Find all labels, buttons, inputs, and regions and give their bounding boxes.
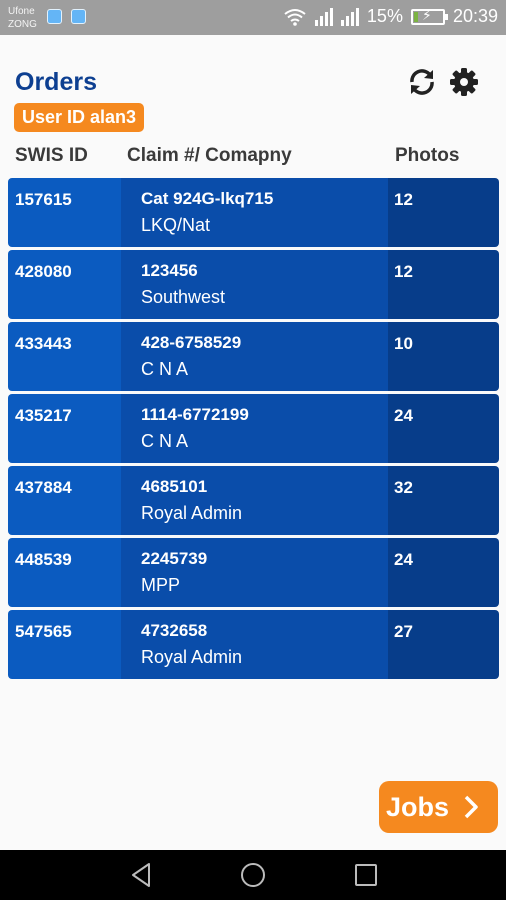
recents-icon[interactable] xyxy=(351,860,381,890)
notification-app-icon xyxy=(71,9,86,24)
claim-number: 4732658 xyxy=(141,621,208,640)
carrier-info: Ufone ZONG xyxy=(8,5,37,31)
company-name: Southwest xyxy=(141,287,226,307)
photo-count: 27 xyxy=(388,610,499,679)
claim-cell: 123456 Southwest xyxy=(121,250,388,319)
photo-count: 24 xyxy=(388,538,499,607)
column-header-swis-id: SWIS ID xyxy=(15,145,88,166)
jobs-button[interactable]: Jobs xyxy=(379,781,498,833)
claim-cell: Cat 924G-lkq715 LKQ/Nat xyxy=(121,178,388,247)
photo-count: 24 xyxy=(388,394,499,463)
claim-number: 1114-6772199 xyxy=(141,405,249,424)
user-id-badge: User ID alan3 xyxy=(14,103,145,132)
column-header-claim: Claim #/ Comapny xyxy=(127,145,292,166)
claim-number: 123456 xyxy=(141,261,198,280)
wifi-icon xyxy=(284,8,306,26)
company-name: MPP xyxy=(141,575,181,595)
swis-id: 547565 xyxy=(8,610,121,679)
claim-cell: 1114-6772199 C N A xyxy=(121,394,388,463)
claim-number: 428-6758529 xyxy=(141,333,242,352)
settings-icon xyxy=(450,68,478,96)
settings-button[interactable] xyxy=(446,64,482,100)
claim-number: 4685101 xyxy=(141,477,208,496)
swis-id: 157615 xyxy=(8,178,121,247)
photo-count: 12 xyxy=(388,250,499,319)
carrier-1: Ufone xyxy=(8,6,35,17)
company-name: Royal Admin xyxy=(141,647,243,667)
swis-id: 448539 xyxy=(8,538,121,607)
home-icon[interactable] xyxy=(238,860,268,890)
claim-cell: 4685101 Royal Admin xyxy=(121,466,388,535)
order-row[interactable]: 448539 2245739 MPP 24 xyxy=(8,538,499,607)
order-row[interactable]: 157615 Cat 924G-lkq715 LKQ/Nat 12 xyxy=(8,178,499,247)
claim-cell: 4732658 Royal Admin xyxy=(121,610,388,679)
refresh-button[interactable] xyxy=(404,64,440,100)
orders-list: 157615 Cat 924G-lkq715 LKQ/Nat 12 428080… xyxy=(8,178,499,682)
status-time: 20:39 xyxy=(452,6,498,26)
claim-number: 2245739 xyxy=(141,549,208,568)
claim-cell: 2245739 MPP xyxy=(121,538,388,607)
refresh-icon xyxy=(410,69,434,95)
order-row[interactable]: 428080 123456 Southwest 12 xyxy=(8,250,499,319)
photo-count: 10 xyxy=(388,322,499,391)
swis-id: 437884 xyxy=(8,466,121,535)
battery-charging-icon: ⚡ xyxy=(410,7,448,25)
carrier-2: ZONG xyxy=(8,19,37,30)
column-header-photos: Photos xyxy=(395,145,460,166)
back-icon[interactable] xyxy=(127,860,157,890)
company-name: C N A xyxy=(141,431,189,451)
navigation-bar xyxy=(0,850,506,900)
claim-number: Cat 924G-lkq715 xyxy=(141,189,274,208)
photo-count: 32 xyxy=(388,466,499,535)
page-title: Orders xyxy=(15,68,97,96)
battery-percent: 15% xyxy=(366,6,403,26)
order-row[interactable]: 437884 4685101 Royal Admin 32 xyxy=(8,466,499,535)
photo-count: 12 xyxy=(388,178,499,247)
company-name: C N A xyxy=(141,359,189,379)
company-name: LKQ/Nat xyxy=(141,215,211,235)
swis-id: 433443 xyxy=(8,322,121,391)
order-row[interactable]: 435217 1114-6772199 C N A 24 xyxy=(8,394,499,463)
status-bar: Ufone ZONG 15% ⚡ 20:39 xyxy=(0,0,506,35)
order-row[interactable]: 433443 428-6758529 C N A 10 xyxy=(8,322,499,391)
claim-cell: 428-6758529 C N A xyxy=(121,322,388,391)
swis-id: 428080 xyxy=(8,250,121,319)
order-row[interactable]: 547565 4732658 Royal Admin 27 xyxy=(8,610,499,679)
signal-icon xyxy=(340,7,359,26)
signal-icon xyxy=(314,7,333,26)
jobs-button-label: Jobs xyxy=(386,791,450,822)
chevron-right-icon xyxy=(464,795,478,819)
company-name: Royal Admin xyxy=(141,503,243,523)
notification-app-icon xyxy=(47,9,62,24)
swis-id: 435217 xyxy=(8,394,121,463)
